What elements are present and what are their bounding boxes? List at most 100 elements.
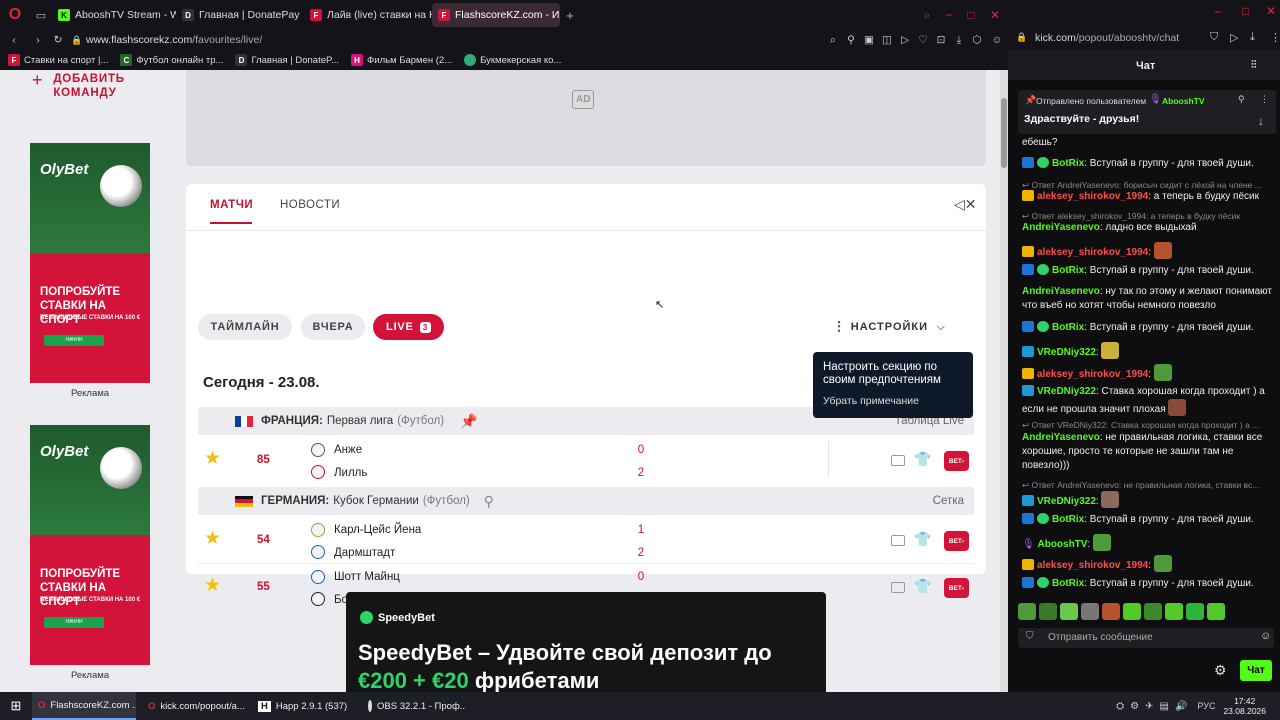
- favourite-star-icon[interactable]: ★: [204, 574, 221, 597]
- username[interactable]: AndreiYasenevo: [1022, 222, 1100, 233]
- side-ad-banner[interactable]: OlyBet ПОПРОБУЙТЕ СТАВКИ НА СПОРТ БЕЗРИС…: [30, 425, 150, 665]
- scrollbar-thumb[interactable]: [1001, 98, 1007, 168]
- match-row[interactable]: ★ 85 Анже Лилль 0 2 👕 BET ›: [198, 437, 974, 484]
- shirt-icon[interactable]: 👕: [914, 451, 931, 468]
- username[interactable]: VReDNiy322: [1037, 347, 1096, 358]
- heart-icon[interactable]: ♡: [914, 34, 932, 46]
- username[interactable]: aleksey_shirokov_1994: [1037, 369, 1148, 380]
- username[interactable]: aleksey_shirokov_1994: [1037, 560, 1148, 571]
- tab-list-icon[interactable]: ▭: [30, 9, 52, 22]
- pin-outline-icon[interactable]: ⚲: [484, 493, 494, 510]
- bet-button[interactable]: BET ›: [944, 451, 969, 471]
- download-icon[interactable]: ⤓: [950, 34, 968, 47]
- tab-news[interactable]: НОВОСТИ: [280, 199, 340, 211]
- tray-icon[interactable]: ⚙: [1130, 701, 1139, 712]
- bet-button[interactable]: BET ›: [944, 578, 969, 598]
- network-icon[interactable]: ▤: [1160, 701, 1169, 712]
- bookmark-item[interactable]: Букмекерская ко...: [464, 54, 561, 66]
- bookmark-item[interactable]: D Главная | DonateP...: [235, 54, 339, 66]
- username[interactable]: aleksey_shirokov_1994: [1037, 191, 1148, 202]
- username[interactable]: AbooshTV: [1037, 539, 1087, 550]
- username[interactable]: BotRix: [1052, 578, 1084, 589]
- tab-flashscore-live[interactable]: F Лайв (live) ставки на Киб: [304, 3, 432, 27]
- tray-icon[interactable]: ⛭: [1116, 701, 1124, 712]
- send-chat-button[interactable]: Чат: [1240, 660, 1272, 681]
- username[interactable]: aleksey_shirokov_1994: [1037, 247, 1148, 258]
- taskbar-item[interactable]: O kick.com/popout/a...: [142, 692, 246, 720]
- zoom-icon[interactable]: ⌕: [824, 34, 842, 47]
- chat-input[interactable]: ⛉ Отправить сообщение ☺: [1018, 628, 1274, 648]
- tv-icon[interactable]: [891, 582, 905, 593]
- more-icon[interactable]: ⋮: [1260, 94, 1269, 105]
- league-bracket-link[interactable]: Сетка: [933, 495, 964, 507]
- emote-icon[interactable]: [1186, 603, 1204, 620]
- page-scrollbar[interactable]: [1000, 70, 1008, 692]
- tab-abooshtv[interactable]: K AbooshTV Stream - Watch: [52, 3, 176, 27]
- username[interactable]: BotRix: [1052, 322, 1084, 333]
- filter-timeline[interactable]: ТАЙМЛАЙН: [198, 314, 292, 340]
- bookmark-item[interactable]: C Футбол онлайн тр...: [120, 54, 223, 66]
- username[interactable]: VReDNiy322: [1037, 496, 1096, 507]
- username[interactable]: BotRix: [1052, 265, 1084, 276]
- wallet-icon[interactable]: ⊡: [932, 34, 950, 46]
- tv-icon[interactable]: [891, 455, 905, 466]
- player-icon[interactable]: ▷: [1230, 31, 1238, 44]
- shirt-icon[interactable]: 👕: [914, 531, 931, 548]
- emote-icon[interactable]: [1123, 603, 1141, 620]
- shield-icon[interactable]: ⛉: [1210, 31, 1218, 44]
- tab-flashscore-favourites[interactable]: F FlashscoreKZ.com - Избра: [432, 3, 560, 27]
- download-icon[interactable]: ⤓: [1250, 31, 1255, 44]
- emote-icon[interactable]: [1039, 603, 1057, 620]
- emote-icon[interactable]: [1144, 603, 1162, 620]
- favourite-star-icon[interactable]: ★: [204, 527, 221, 550]
- league-header[interactable]: ГЕРМАНИЯ: Кубок Германии (Футбол) ⚲ Сетк…: [198, 487, 974, 515]
- search-icon[interactable]: ⌕: [916, 8, 938, 23]
- ad-cta-button[interactable]: НАЧНИ: [44, 617, 104, 628]
- ad-cta-button[interactable]: НАЧНИ: [44, 335, 104, 346]
- opera-logo-icon[interactable]: O: [0, 6, 30, 24]
- bookmark-item[interactable]: F Ставки на спорт |...: [8, 54, 108, 66]
- close-icon[interactable]: ✕: [1266, 4, 1276, 18]
- maximize-icon[interactable]: □: [1242, 4, 1249, 18]
- bet-button[interactable]: BET ›: [944, 531, 969, 551]
- reload-icon[interactable]: ↻: [48, 34, 68, 46]
- menu-icon[interactable]: ⋮: [1270, 31, 1280, 44]
- unpin-icon[interactable]: ⚲: [1238, 94, 1245, 105]
- emote-icon[interactable]: [1165, 603, 1183, 620]
- snapshot-icon[interactable]: ◫: [878, 34, 896, 46]
- add-team-button[interactable]: + ДОБАВИТЬ КОМАНДУ: [32, 71, 125, 100]
- back-icon[interactable]: ‹: [0, 34, 28, 46]
- language-indicator[interactable]: РУС: [1197, 701, 1215, 711]
- settings-gear-icon[interactable]: ⚙: [1214, 662, 1227, 679]
- url-field[interactable]: www.flashscorekz.com/favourites/live/: [86, 34, 266, 46]
- chevron-down-icon[interactable]: ↓: [1258, 114, 1264, 128]
- volume-icon[interactable]: 🔊: [1175, 701, 1187, 712]
- minimize-icon[interactable]: −: [1214, 5, 1221, 19]
- pin-icon[interactable]: 📌: [460, 413, 477, 430]
- taskbar-item[interactable]: OBS 32.2.1 - Проф...: [362, 692, 466, 720]
- filter-live[interactable]: LIVE 3: [373, 314, 444, 340]
- username[interactable]: AndreiYasenevo: [1022, 286, 1100, 297]
- shirt-icon[interactable]: 👕: [914, 578, 931, 595]
- close-icon[interactable]: ✕: [982, 8, 1008, 22]
- maximize-icon[interactable]: □: [960, 8, 982, 22]
- tab-donatepay[interactable]: D Главная | DonatePay: [176, 3, 304, 27]
- username[interactable]: BotRix: [1052, 158, 1084, 169]
- account-icon[interactable]: ☺: [986, 34, 1008, 46]
- favourite-star-icon[interactable]: ★: [204, 447, 221, 470]
- tab-matches[interactable]: МАТЧИ: [210, 199, 253, 211]
- emote-icon[interactable]: [1102, 603, 1120, 620]
- pin-icon[interactable]: ⚲: [842, 34, 860, 46]
- right-url-field[interactable]: kick.com/popout/abooshtv/chat: [1035, 32, 1179, 44]
- username[interactable]: AndreiYasenevo: [1022, 432, 1100, 443]
- forward-icon[interactable]: ›: [28, 34, 48, 46]
- username[interactable]: VReDNiy322: [1037, 386, 1096, 397]
- match-row[interactable]: ★ 54 Карл-Цейс Йена Дармштадт 1 2 👕 BET ›: [198, 517, 974, 564]
- extensions-icon[interactable]: ⬡: [968, 34, 986, 46]
- bookmark-item[interactable]: H Фильм Бармен (2...: [351, 54, 452, 66]
- emote-icon[interactable]: [1018, 603, 1036, 620]
- emote-icon[interactable]: [1060, 603, 1078, 620]
- settings-dropdown[interactable]: ⫶ НАСТРОЙКИ ⌵: [837, 314, 972, 340]
- windows-start-icon[interactable]: ⊞: [0, 698, 32, 714]
- users-icon[interactable]: ⫶⫶: [1251, 59, 1257, 72]
